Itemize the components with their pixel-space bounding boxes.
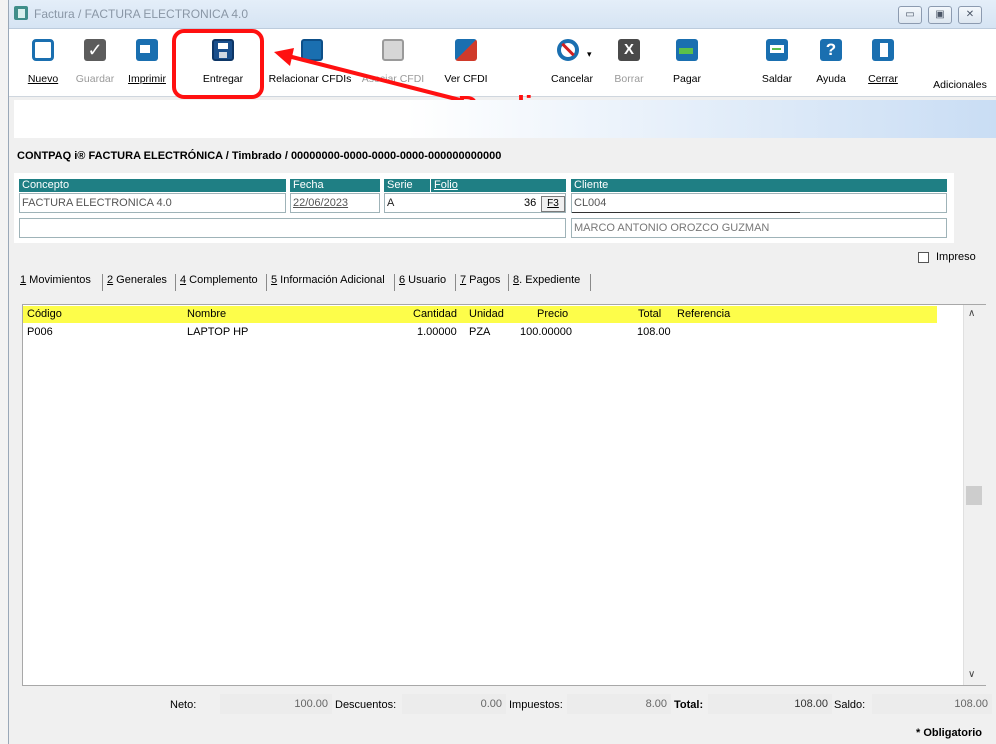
impreso-label: Impreso xyxy=(936,251,976,263)
col-codigo[interactable]: Código xyxy=(27,308,62,320)
saldo-value: 108.00 xyxy=(872,694,992,714)
serie-header: Serie xyxy=(384,179,430,192)
help-icon: ? xyxy=(820,39,842,61)
concepto-field[interactable]: FACTURA ELECTRONICA 4.0 xyxy=(19,193,286,213)
document-heading: CONTPAQ i® FACTURA ELECTRÓNICA / Timbrad… xyxy=(17,150,502,162)
nuevo-button[interactable]: Nuevo xyxy=(23,29,63,96)
secondary-field[interactable] xyxy=(19,218,566,238)
exit-icon xyxy=(872,39,894,61)
close-window-button[interactable]: ✕ xyxy=(958,6,982,24)
cancel-icon xyxy=(557,39,579,61)
impreso-checkbox[interactable] xyxy=(918,252,929,263)
impuestos-label: Impuestos: xyxy=(509,699,563,711)
cliente-name-field: MARCO ANTONIO OROZCO GUZMAN xyxy=(571,218,947,238)
obligatorio-note: * Obligatorio xyxy=(916,727,982,739)
tab-pagos[interactable]: 7 Pagos xyxy=(460,274,500,286)
borrar-button[interactable]: X Borrar xyxy=(609,29,649,96)
maximize-button[interactable]: ▣ xyxy=(928,6,952,24)
serie-value: A xyxy=(387,197,395,209)
total-label: Total: xyxy=(674,699,704,711)
cerrar-button[interactable]: Cerrar xyxy=(861,29,905,96)
delete-icon: X xyxy=(618,39,640,61)
table-row[interactable]: P006 LAPTOP HP 1.00000 PZA 100.00000 108… xyxy=(23,324,937,340)
tab-movimientos[interactable]: 1 Movimientos xyxy=(20,274,91,286)
descuentos-value: 0.00 xyxy=(402,694,506,714)
toolbar: Nuevo ✓ Guardar Imprimir Entregar Relaci… xyxy=(9,29,996,97)
neto-value: 100.00 xyxy=(220,694,332,714)
folio-f3-button[interactable]: F3 xyxy=(541,196,565,212)
callout-highlight-box xyxy=(172,29,264,99)
grid-header-row: Código Nombre Cantidad Unidad Precio Tot… xyxy=(23,306,937,323)
pay-icon xyxy=(676,39,698,61)
total-value: 108.00 xyxy=(708,694,832,714)
print-icon xyxy=(136,39,158,61)
banner-strip xyxy=(14,100,996,138)
window-title: Factura / FACTURA ELECTRONICA 4.0 xyxy=(34,7,249,21)
tab-generales[interactable]: 2 Generales xyxy=(107,274,167,286)
serie-folio-field[interactable]: A 36 F3 xyxy=(384,193,566,213)
movements-grid xyxy=(22,304,986,686)
scroll-down-icon[interactable]: ∨ xyxy=(968,669,975,680)
saldar-button[interactable]: Saldar xyxy=(755,29,799,96)
scrollbar-thumb[interactable] xyxy=(966,486,982,505)
totals-bar: Neto: 100.00 Descuentos: 0.00 Impuestos:… xyxy=(22,690,992,720)
cancelar-button[interactable]: ▾ Cancelar xyxy=(545,29,599,96)
cliente-code: CL004 xyxy=(574,197,607,209)
adicionales-button[interactable]: Adicionales xyxy=(925,29,995,96)
neto-label: Neto: xyxy=(170,699,197,711)
tab-expediente[interactable]: 8. Expediente xyxy=(513,274,580,286)
fecha-header: Fecha xyxy=(290,179,380,192)
cliente-code-field[interactable]: CL004 xyxy=(571,193,947,213)
ayuda-button[interactable]: ? Ayuda xyxy=(809,29,853,96)
cancel-dropdown-icon[interactable]: ▾ xyxy=(587,49,592,60)
minimize-button[interactable]: ▭ xyxy=(898,6,922,24)
imprimir-button[interactable]: Imprimir xyxy=(125,29,169,96)
check-icon: ✓ xyxy=(84,39,106,61)
scroll-up-icon[interactable]: ∧ xyxy=(968,308,975,319)
tab-informacion-adicional[interactable]: 5 Información Adicional xyxy=(271,274,385,286)
folio-value: 36 xyxy=(524,197,537,209)
app-icon xyxy=(14,6,28,20)
saldo-label: Saldo: xyxy=(834,699,866,711)
descuentos-label: Descuentos: xyxy=(335,699,397,711)
tab-complemento[interactable]: 4 Complemento xyxy=(180,274,258,286)
guardar-button[interactable]: ✓ Guardar xyxy=(73,29,117,96)
col-total[interactable]: Total xyxy=(638,308,661,320)
impuestos-value: 8.00 xyxy=(567,694,671,714)
tab-usuario[interactable]: 6 Usuario xyxy=(399,274,446,286)
col-precio[interactable]: Precio xyxy=(537,308,568,320)
col-referencia[interactable]: Referencia xyxy=(677,308,730,320)
new-document-icon xyxy=(32,39,54,61)
col-cantidad[interactable]: Cantidad xyxy=(413,308,457,320)
settle-icon xyxy=(766,39,788,61)
folio-header: Folio xyxy=(431,179,566,192)
pagar-button[interactable]: Pagar xyxy=(665,29,709,96)
col-nombre[interactable]: Nombre xyxy=(187,308,226,320)
cliente-header: Cliente xyxy=(571,179,947,192)
fecha-field[interactable]: 22/06/2023 xyxy=(290,193,380,213)
col-unidad[interactable]: Unidad xyxy=(469,308,504,320)
concepto-header: Concepto xyxy=(19,179,286,192)
